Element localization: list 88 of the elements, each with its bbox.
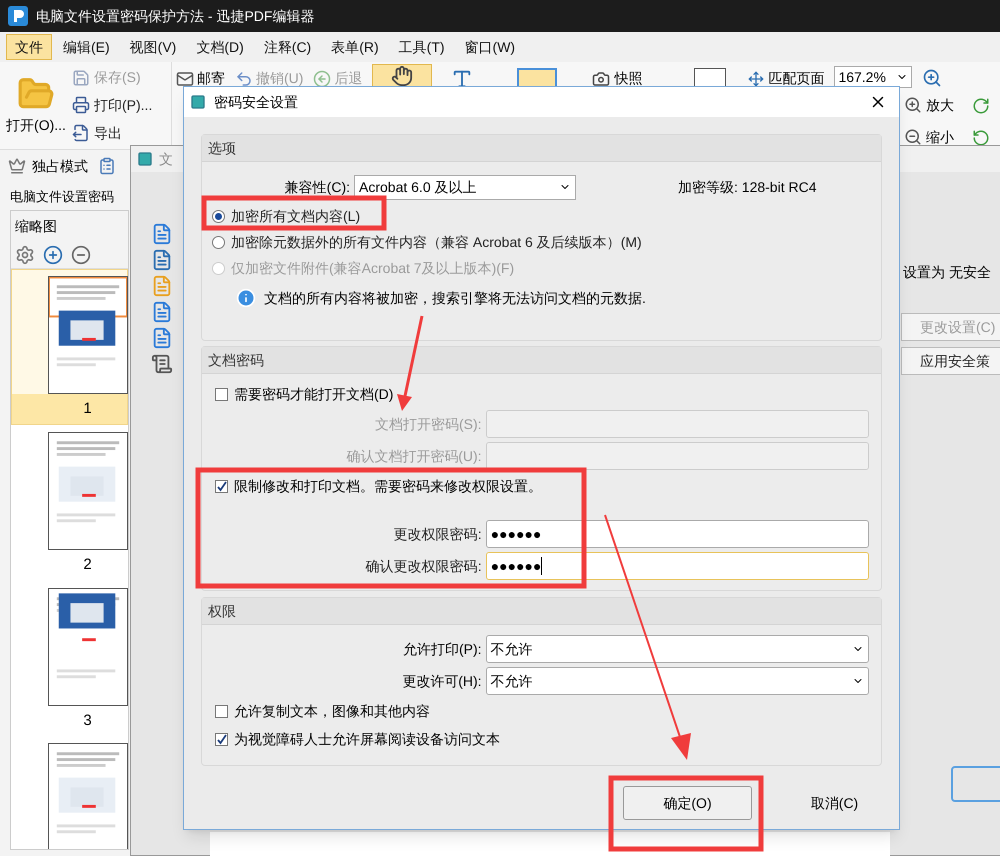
crown-icon <box>8 157 26 175</box>
section-heading: 权限 <box>208 602 236 620</box>
rotate-icon[interactable] <box>972 97 990 115</box>
menu-item[interactable]: 表单(R) <box>322 34 388 60</box>
field-label: 更改许可(H): <box>402 672 482 691</box>
password-field[interactable]: ●●●●●● <box>486 520 869 548</box>
settings-icon[interactable] <box>15 244 35 264</box>
field-label: 确认更改权限密码: <box>366 556 482 576</box>
security-status: 设置为 无安全 <box>903 263 991 282</box>
checkbox[interactable] <box>215 704 228 718</box>
page-number: 2 <box>82 554 93 575</box>
confirm-button-outline <box>951 766 1000 802</box>
encryption-level: 加密等级: 128-bit RC4 <box>678 178 816 196</box>
zoom-in-button[interactable]: 放大 <box>904 95 954 115</box>
field-label: 更改权限密码: <box>394 524 482 544</box>
permission-select[interactable]: 不允许 <box>486 667 869 695</box>
checkbox[interactable] <box>215 732 228 746</box>
checkbox-option[interactable]: 需要密码才能打开文档(D) <box>215 382 869 406</box>
section-heading: 文档密码 <box>208 350 264 370</box>
snapshot-button[interactable]: 快照 <box>592 68 642 89</box>
toolbar-icon <box>72 124 90 142</box>
zoom-out-icon <box>904 128 922 146</box>
document-icon[interactable] <box>151 327 173 349</box>
menu-item[interactable]: 注释(C) <box>254 34 320 60</box>
toolbar-button[interactable]: 导出 <box>72 122 171 144</box>
back-icon <box>313 70 332 88</box>
field-label: 确认文档打开密码(U): <box>346 446 482 466</box>
page-number: 3 <box>82 710 93 731</box>
document-icon[interactable] <box>151 223 173 245</box>
panel-title: 缩略图 <box>15 216 57 236</box>
radio-button[interactable] <box>212 236 225 248</box>
fit-page-button[interactable]: 匹配页面 <box>748 68 824 89</box>
field-label: 文档打开密码(S): <box>375 414 482 434</box>
mail-button[interactable]: 邮寄 <box>176 68 225 89</box>
window-button[interactable]: 应用安全策 <box>901 347 1000 375</box>
thumbnail-item[interactable]: 1 <box>11 269 128 425</box>
app-logo-icon <box>8 6 28 26</box>
field-label: 兼容性(C): <box>284 178 351 197</box>
camera-icon <box>592 70 610 88</box>
thumbnail-item[interactable]: 3 <box>11 581 128 737</box>
permission-select[interactable]: 不允许 <box>486 635 869 663</box>
section-heading: 选项 <box>208 138 236 158</box>
open-button[interactable]: 打开(O)... <box>0 62 72 149</box>
info-text: 文档的所有内容将被加密，搜索引擎将无法访问文档的元数据. <box>264 288 646 308</box>
checkbox-option[interactable]: 允许复制文本，图像和其他内容 <box>215 699 869 723</box>
zoom-out-icon[interactable] <box>71 244 91 264</box>
toolbar-button[interactable]: 打印(P)... <box>72 94 171 116</box>
menu-item[interactable]: 窗口(W) <box>456 34 524 60</box>
mail-icon <box>176 70 194 88</box>
window-icon <box>190 94 206 110</box>
document-icon[interactable] <box>151 301 173 323</box>
thumbnail-item[interactable]: 2 <box>11 425 128 581</box>
zoom-select[interactable]: 167.2% <box>834 66 912 88</box>
undo-icon <box>235 70 253 88</box>
zoom-in-icon <box>904 96 922 114</box>
dialog-button[interactable]: 确定(O) <box>623 786 752 820</box>
checkbox-option[interactable]: 限制修改和打印文档。需要密码来修改权限设置。 <box>215 474 869 498</box>
menu-item[interactable]: 文件 <box>6 34 52 60</box>
radio-option[interactable]: 加密所有文档内容(L) <box>212 203 881 229</box>
document-icon[interactable] <box>151 249 173 271</box>
zoom-in-icon[interactable] <box>43 244 63 264</box>
menu-item[interactable]: 编辑(E) <box>54 34 119 60</box>
zoom-out-button[interactable]: 缩小 <box>904 127 954 147</box>
window-icon <box>137 151 153 167</box>
compatibility-select[interactable]: Acrobat 6.0 及以上 <box>354 174 576 200</box>
toolbar-icon <box>72 68 90 87</box>
menu-item[interactable]: 工具(T) <box>390 34 454 60</box>
page-number: 1 <box>12 394 127 424</box>
toolbar-icon <box>72 96 90 114</box>
zoom-in-icon[interactable] <box>922 68 942 88</box>
dialog-title: 密码安全设置 <box>214 92 298 112</box>
info-icon <box>236 288 256 308</box>
clipboard-icon[interactable] <box>98 157 116 175</box>
exclusive-mode-button[interactable]: 独占模式 <box>32 156 88 176</box>
field-label: 允许打印(P): <box>403 640 482 659</box>
radio-button[interactable] <box>212 210 225 222</box>
checkbox[interactable] <box>215 388 228 400</box>
scroll-icon[interactable] <box>151 353 173 375</box>
menu-item[interactable]: 视图(V) <box>120 34 186 60</box>
radio-option[interactable]: 加密除元数据外的所有文件内容（兼容 Acrobat 6 及后续版本）(M) <box>212 229 881 255</box>
menu-item[interactable]: 文档(D) <box>187 34 253 60</box>
window-title: 文 <box>159 150 173 168</box>
window-title: 电脑文件设置密码保护方法 - 迅捷PDF编辑器 <box>36 6 314 26</box>
checkbox-option[interactable]: 为视觉障碍人士允许屏幕阅读设备访问文本 <box>215 727 869 751</box>
checkbox[interactable] <box>215 480 228 492</box>
move-icon <box>748 70 764 86</box>
password-field[interactable]: ●●●●●● <box>486 552 869 580</box>
rotate-icon[interactable] <box>972 129 990 147</box>
